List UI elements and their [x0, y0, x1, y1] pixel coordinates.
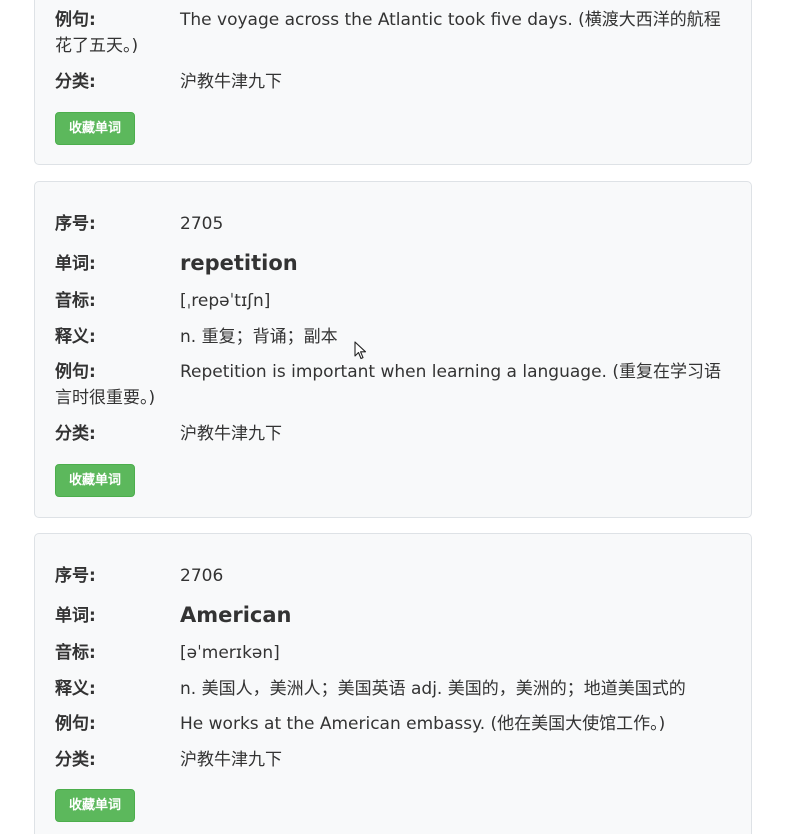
- example-row: 例句: The voyage across the Atlantic took …: [55, 7, 731, 59]
- example-text: He works at the American embassy. (他在美国大…: [180, 714, 666, 734]
- phonetic-value: [əˈmerɪkən]: [180, 643, 280, 663]
- example-row: 例句: Repetition is important when learnin…: [55, 359, 731, 411]
- phonetic-label: 音标:: [55, 291, 96, 311]
- word-value: repetition: [180, 251, 298, 275]
- word-row: 单词: American: [55, 603, 731, 629]
- category-value: 沪教牛津九下: [180, 424, 282, 444]
- phonetic-label: 音标:: [55, 643, 96, 663]
- mouse-pointer-icon: [354, 341, 367, 360]
- category-label: 分类:: [55, 750, 96, 770]
- index-row: 序号: 2706: [55, 563, 731, 589]
- category-row: 分类: 沪教牛津九下: [55, 421, 731, 447]
- word-label: 单词:: [55, 606, 96, 626]
- word-card: 序号: 2705 单词: repetition 音标: [ˌrepəˈtɪʃn]…: [34, 181, 752, 518]
- word-row: 单词: repetition: [55, 251, 731, 277]
- category-label: 分类:: [55, 424, 96, 444]
- category-row: 分类: 沪教牛津九下: [55, 747, 731, 773]
- phonetic-row: 音标: [əˈmerɪkən]: [55, 640, 731, 666]
- favorite-word-button[interactable]: 收藏单词: [55, 112, 136, 145]
- index-label: 序号:: [55, 214, 96, 234]
- example-label: 例句:: [55, 714, 96, 734]
- index-value: 2705: [180, 214, 224, 234]
- meaning-row: 释义: n. 美国人，美洲人；美国英语 adj. 美国的，美洲的；地道美国式的: [55, 676, 731, 702]
- index-label: 序号:: [55, 566, 96, 586]
- example-label: 例句:: [55, 10, 96, 30]
- index-row: 序号: 2705: [55, 211, 731, 237]
- example-text: Repetition is important when learning a …: [55, 362, 721, 408]
- word-card: 例句: The voyage across the Atlantic took …: [34, 0, 752, 165]
- favorite-word-button[interactable]: 收藏单词: [55, 789, 136, 822]
- phonetic-row: 音标: [ˌrepəˈtɪʃn]: [55, 288, 731, 314]
- meaning-value: n. 重复；背诵；副本: [180, 327, 338, 347]
- category-value: 沪教牛津九下: [180, 750, 282, 770]
- category-label: 分类:: [55, 72, 96, 92]
- word-label: 单词:: [55, 254, 96, 274]
- example-row: 例句: He works at the American embassy. (他…: [55, 711, 731, 737]
- meaning-value: n. 美国人，美洲人；美国英语 adj. 美国的，美洲的；地道美国式的: [180, 679, 686, 699]
- category-row: 分类: 沪教牛津九下: [55, 69, 731, 95]
- example-label: 例句:: [55, 362, 96, 382]
- word-card: 序号: 2706 单词: American 音标: [əˈmerɪkən] 释义…: [34, 533, 752, 834]
- category-value: 沪教牛津九下: [180, 72, 282, 92]
- index-value: 2706: [180, 566, 224, 586]
- meaning-label: 释义:: [55, 679, 96, 699]
- word-value: American: [180, 603, 292, 627]
- meaning-label: 释义:: [55, 327, 96, 347]
- favorite-word-button[interactable]: 收藏单词: [55, 464, 136, 497]
- word-list-viewport: 例句: The voyage across the Atlantic took …: [0, 0, 795, 834]
- phonetic-value: [ˌrepəˈtɪʃn]: [180, 291, 271, 311]
- example-text: The voyage across the Atlantic took five…: [55, 10, 721, 56]
- meaning-row: 释义: n. 重复；背诵；副本: [55, 324, 731, 350]
